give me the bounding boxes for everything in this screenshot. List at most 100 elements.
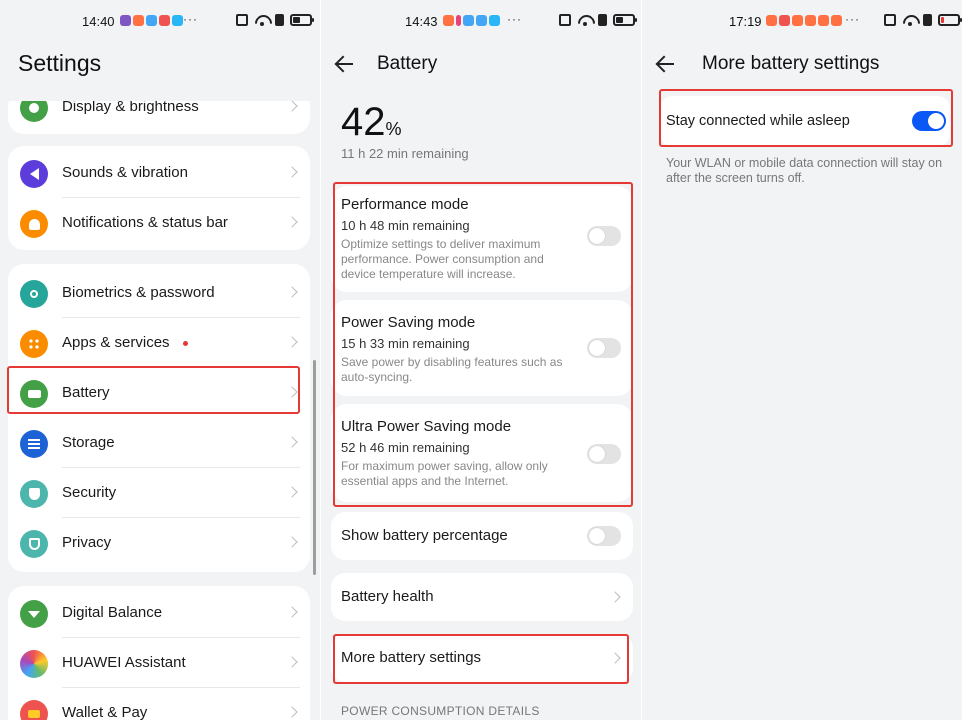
status-bar: 14:43 ··· (321, 12, 641, 32)
shield-icon (20, 480, 48, 508)
storage-icon (20, 430, 48, 458)
battery-health-row[interactable]: Battery health (331, 573, 633, 621)
chevron-right-icon (286, 536, 298, 548)
chevron-right-icon (286, 286, 298, 298)
show-percentage-toggle[interactable] (587, 526, 621, 546)
item-label: Privacy (62, 534, 112, 551)
highlight-box (7, 366, 300, 414)
app-notification-icon (133, 15, 144, 26)
app-notification-icon (779, 15, 790, 26)
key-icon (20, 280, 48, 308)
app-notification-icon (172, 15, 183, 26)
wifi-icon (577, 14, 592, 26)
more-notifications-icon: ··· (845, 12, 860, 26)
system-icons (236, 14, 314, 26)
item-label: Storage (62, 434, 115, 451)
percent-value: 42 (341, 100, 386, 144)
item-label: Security (62, 484, 117, 501)
settings-group: Digital Balance HUAWEI Assistant Wallet … (8, 586, 310, 720)
notification-icons (766, 15, 842, 26)
section-header: POWER CONSUMPTION DETAILS (341, 704, 540, 718)
item-label: Sounds & vibration (62, 164, 188, 181)
wifi-icon (902, 14, 917, 26)
sidebar-item-notifications[interactable]: Notifications & status bar (8, 198, 310, 248)
settings-screen: 14:40 ··· Settings Display & brightness (0, 0, 320, 720)
notification-icons (120, 15, 183, 26)
sidebar-item-sounds[interactable]: Sounds & vibration (8, 148, 310, 198)
item-label: Notifications & status bar (62, 214, 228, 231)
status-bar: 14:40 ··· (0, 12, 320, 32)
mute-icon (923, 14, 932, 26)
status-time: 14:40 (82, 14, 115, 29)
app-notification-icon (831, 15, 842, 26)
battery-status-icon (938, 14, 962, 26)
scrollbar[interactable] (313, 360, 316, 575)
item-label: Wallet & Pay (62, 704, 148, 720)
sidebar-item-security[interactable]: Security (8, 468, 310, 518)
app-notification-icon (476, 15, 487, 26)
settings-group: Biometrics & password Apps & services Ba… (8, 264, 310, 572)
more-battery-settings-screen: 17:19 ··· More battery settings Stay con… (642, 0, 962, 720)
chevron-right-icon (286, 606, 298, 618)
hourglass-icon (20, 600, 48, 628)
app-notification-icon (766, 15, 777, 26)
back-arrow-icon[interactable] (333, 52, 357, 76)
page-title: Settings (18, 50, 102, 76)
apps-grid-icon (20, 330, 48, 358)
bell-icon (20, 210, 48, 238)
wallet-icon (20, 700, 48, 720)
item-label: Biometrics & password (62, 284, 215, 301)
sound-icon (20, 160, 48, 188)
more-notifications-icon: ··· (183, 12, 198, 26)
app-notification-icon (818, 15, 829, 26)
app-notification-icon (159, 15, 170, 26)
assistant-icon (20, 650, 48, 678)
back-arrow-icon[interactable] (654, 52, 678, 76)
vibrate-icon (884, 14, 896, 26)
item-label: HUAWEI Assistant (62, 654, 186, 671)
sidebar-item-storage[interactable]: Storage (8, 418, 310, 468)
battery-percentage: 42% (341, 100, 402, 145)
setting-description: Your WLAN or mobile data connection will… (666, 156, 943, 185)
app-notification-icon (120, 15, 131, 26)
item-label: Apps & services (62, 334, 170, 351)
mute-icon (275, 14, 284, 26)
show-battery-percentage-row[interactable]: Show battery percentage (331, 512, 633, 560)
system-icons (559, 14, 637, 26)
app-notification-icon (146, 15, 157, 26)
highlight-box (333, 182, 633, 507)
app-notification-icon (456, 15, 461, 26)
battery-status-icon (613, 14, 637, 26)
chevron-right-icon (286, 706, 298, 718)
chevron-right-icon (286, 216, 298, 228)
sidebar-item-digital-balance[interactable]: Digital Balance (8, 588, 310, 638)
chevron-right-icon (286, 486, 298, 498)
sidebar-item-privacy[interactable]: Privacy (8, 518, 310, 568)
wifi-icon (254, 14, 269, 26)
app-notification-icon (805, 15, 816, 26)
mute-icon (598, 14, 607, 26)
sidebar-item-huawei-assistant[interactable]: HUAWEI Assistant (8, 638, 310, 688)
chevron-right-icon (286, 656, 298, 668)
battery-screen: 14:43 ··· Battery 42% 11 h 22 min remain… (321, 0, 641, 720)
app-notification-icon (489, 15, 500, 26)
privacy-icon (20, 530, 48, 558)
notification-icons (443, 15, 500, 26)
sidebar-item-apps[interactable]: Apps & services (8, 318, 310, 368)
row-label: Show battery percentage (341, 527, 508, 544)
page-title: Battery (377, 53, 438, 74)
vibrate-icon (236, 14, 248, 26)
vibrate-icon (559, 14, 571, 26)
app-notification-icon (463, 15, 474, 26)
chevron-right-icon (609, 591, 621, 603)
chevron-right-icon (286, 166, 298, 178)
app-notification-icon (443, 15, 454, 26)
more-notifications-icon: ··· (507, 12, 522, 26)
highlight-box (333, 634, 629, 684)
status-bar: 17:19 ··· (642, 12, 962, 32)
top-app-bar: Battery (321, 48, 641, 82)
highlight-box (659, 89, 953, 147)
sidebar-item-wallet[interactable]: Wallet & Pay (8, 688, 310, 720)
sidebar-item-biometrics[interactable]: Biometrics & password (8, 268, 310, 318)
settings-group: Sounds & vibration Notifications & statu… (8, 146, 310, 250)
